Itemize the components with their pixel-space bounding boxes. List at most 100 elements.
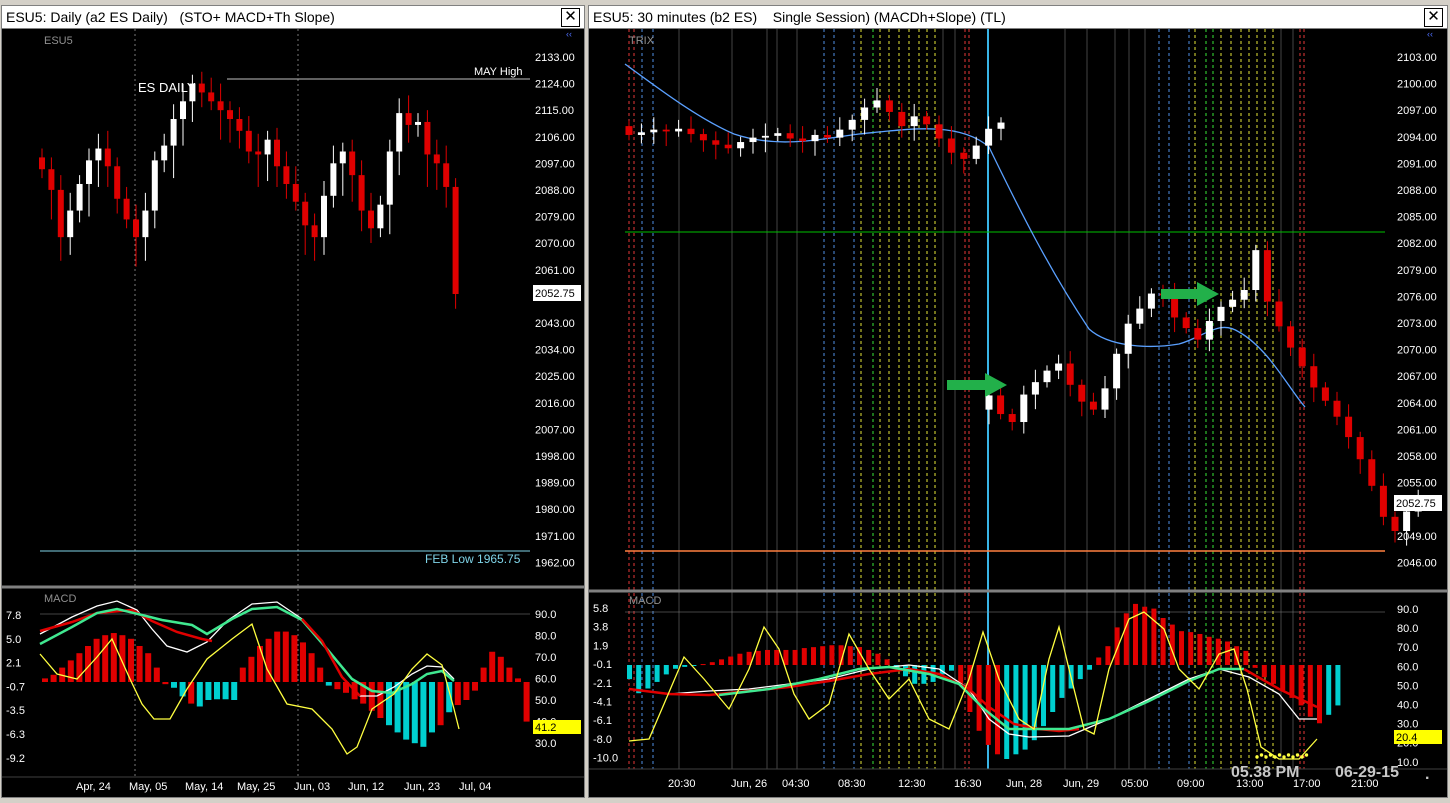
daily-candle xyxy=(405,113,412,125)
macd-histogram-bar xyxy=(1105,646,1111,665)
macd-histogram-bar xyxy=(1243,650,1249,665)
daily-candle xyxy=(236,119,243,131)
time-tick: 12:30 xyxy=(898,778,926,790)
daily-candle xyxy=(386,151,393,205)
macd-left-tick: -10.0 xyxy=(593,753,618,765)
macd-histogram-bar xyxy=(1077,665,1083,680)
daily-price-panel[interactable]: ESU5 ES DAILY MAY High FEB Low 1965.75 2… xyxy=(2,29,584,797)
price-tick: 2100.00 xyxy=(1397,79,1437,91)
macd-histogram-bar xyxy=(171,682,177,688)
daily-chart-title[interactable]: ESU5: Daily (a2 ES Daily) (STO+ MACD+Th … xyxy=(2,6,584,29)
intraday-candle xyxy=(1321,387,1329,401)
may-high-label: MAY High xyxy=(474,66,523,78)
slope-marker xyxy=(1291,755,1295,759)
price-tick: 2079.00 xyxy=(535,212,575,224)
daily-candle xyxy=(133,219,139,238)
daily-candle xyxy=(123,198,130,220)
daily-candle xyxy=(433,154,440,164)
macd-right-tick: 90.0 xyxy=(1397,604,1418,616)
price-tick: 2067.00 xyxy=(1397,371,1437,383)
scroll-arrows-icon[interactable]: ‹‹ xyxy=(566,29,572,39)
price-tick: 2061.00 xyxy=(1397,424,1437,436)
macd-histogram-bar xyxy=(497,656,504,682)
macd-histogram-bar xyxy=(1271,665,1276,684)
macd-histogram-bar xyxy=(196,682,203,707)
macd-histogram-bar xyxy=(1307,665,1313,717)
scroll-arrows-icon[interactable]: ‹‹ xyxy=(1427,29,1433,39)
daily-candle xyxy=(255,151,262,155)
time-tick: 04:30 xyxy=(782,778,810,790)
time-tick: 20:30 xyxy=(668,778,696,790)
intraday-candle xyxy=(1287,326,1295,348)
macd-histogram-bar xyxy=(1215,638,1221,665)
intraday-candle xyxy=(985,395,993,410)
macd-histogram-bar xyxy=(765,649,770,665)
intraday-candle xyxy=(985,128,993,146)
daily-candle xyxy=(443,163,450,187)
slope-marker xyxy=(1255,755,1259,759)
intraday-candle xyxy=(923,116,931,125)
daily-chart-window[interactable]: ESU5: Daily (a2 ES Daily) (STO+ MACD+Th … xyxy=(1,5,585,798)
intraday-candle xyxy=(662,129,670,132)
price-tick: 1971.00 xyxy=(535,531,575,543)
trix-label: TRIX xyxy=(629,35,655,47)
macd-histogram-bar xyxy=(274,631,281,682)
macd-histogram-bar xyxy=(420,682,427,747)
intraday-candle xyxy=(848,119,856,130)
intraday-chart-window[interactable]: ESU5: 30 minutes (b2 ES) Single Session)… xyxy=(588,5,1448,798)
macd-histogram-bar xyxy=(663,665,669,675)
daily-candle xyxy=(227,110,233,120)
macd-histogram-bar xyxy=(1004,665,1010,759)
intraday-price-axis: 2103.00 2100.00 2097.00 2094.00 2091.00 2088.… xyxy=(1397,52,1437,569)
macd-histogram-bar xyxy=(1326,665,1332,715)
daily-candle xyxy=(264,139,271,155)
macd-histogram-bar xyxy=(1114,627,1120,665)
price-tick: 2061.00 xyxy=(535,265,575,277)
macd-label: MACD xyxy=(629,595,661,607)
macd-left-tick: -0.7 xyxy=(6,681,25,693)
intraday-candle xyxy=(637,132,645,135)
time-tick: 05:00 xyxy=(1121,778,1149,790)
intraday-candle xyxy=(960,152,968,159)
macd-right-tick: 40.0 xyxy=(1397,700,1418,712)
intraday-candle xyxy=(885,100,893,112)
macd-histogram-bar xyxy=(884,659,890,665)
time-tick: 16:30 xyxy=(954,778,982,790)
daily-candle xyxy=(67,210,74,238)
intraday-price-panel[interactable]: TRIX 2103.00 2100.00 2097.00 2094.00 2091.00… xyxy=(589,29,1447,797)
price-tick: 1962.00 xyxy=(535,557,575,569)
macd-white-line xyxy=(39,600,455,697)
intraday-chart-title[interactable]: ESU5: 30 minutes (b2 ES) Single Session)… xyxy=(589,6,1447,29)
price-tick: 2025.00 xyxy=(535,371,575,383)
macd-histogram-bar xyxy=(334,682,341,690)
es-daily-title: ES DAILY xyxy=(138,80,196,95)
price-tick: 2115.00 xyxy=(535,105,574,117)
green-arrow-1 xyxy=(947,373,1007,397)
macd-histogram-bar xyxy=(1142,606,1148,665)
daily-candle xyxy=(57,189,64,238)
daily-candle xyxy=(452,186,459,294)
macd-histogram-bar xyxy=(472,682,478,691)
price-tick: 2007.00 xyxy=(535,424,575,436)
daily-candle xyxy=(48,169,55,190)
intraday-candle xyxy=(1043,370,1051,383)
intraday-candle xyxy=(1205,321,1213,340)
intraday-candle xyxy=(1240,290,1248,300)
price-tick: 2070.00 xyxy=(535,238,575,250)
macd-histogram-bar xyxy=(709,662,715,665)
intraday-candle xyxy=(1403,511,1411,531)
close-icon[interactable]: ✕ xyxy=(1424,8,1443,27)
price-tick: 1998.00 xyxy=(535,451,575,463)
close-icon[interactable]: ✕ xyxy=(561,8,580,27)
macd-right-tick: 50.0 xyxy=(1397,680,1418,692)
intraday-candle xyxy=(972,145,980,159)
intraday-candle xyxy=(1066,363,1074,385)
macd-histogram-bar xyxy=(489,651,496,682)
macd-histogram-bar xyxy=(42,678,48,682)
symbol-label: ESU5 xyxy=(44,35,73,47)
macd-histogram-bar xyxy=(403,682,410,740)
macd-histogram-bar xyxy=(162,682,169,685)
macd-histogram-bar xyxy=(755,650,761,665)
daily-candle xyxy=(95,148,102,161)
last-price: 2052.75 xyxy=(535,288,575,300)
